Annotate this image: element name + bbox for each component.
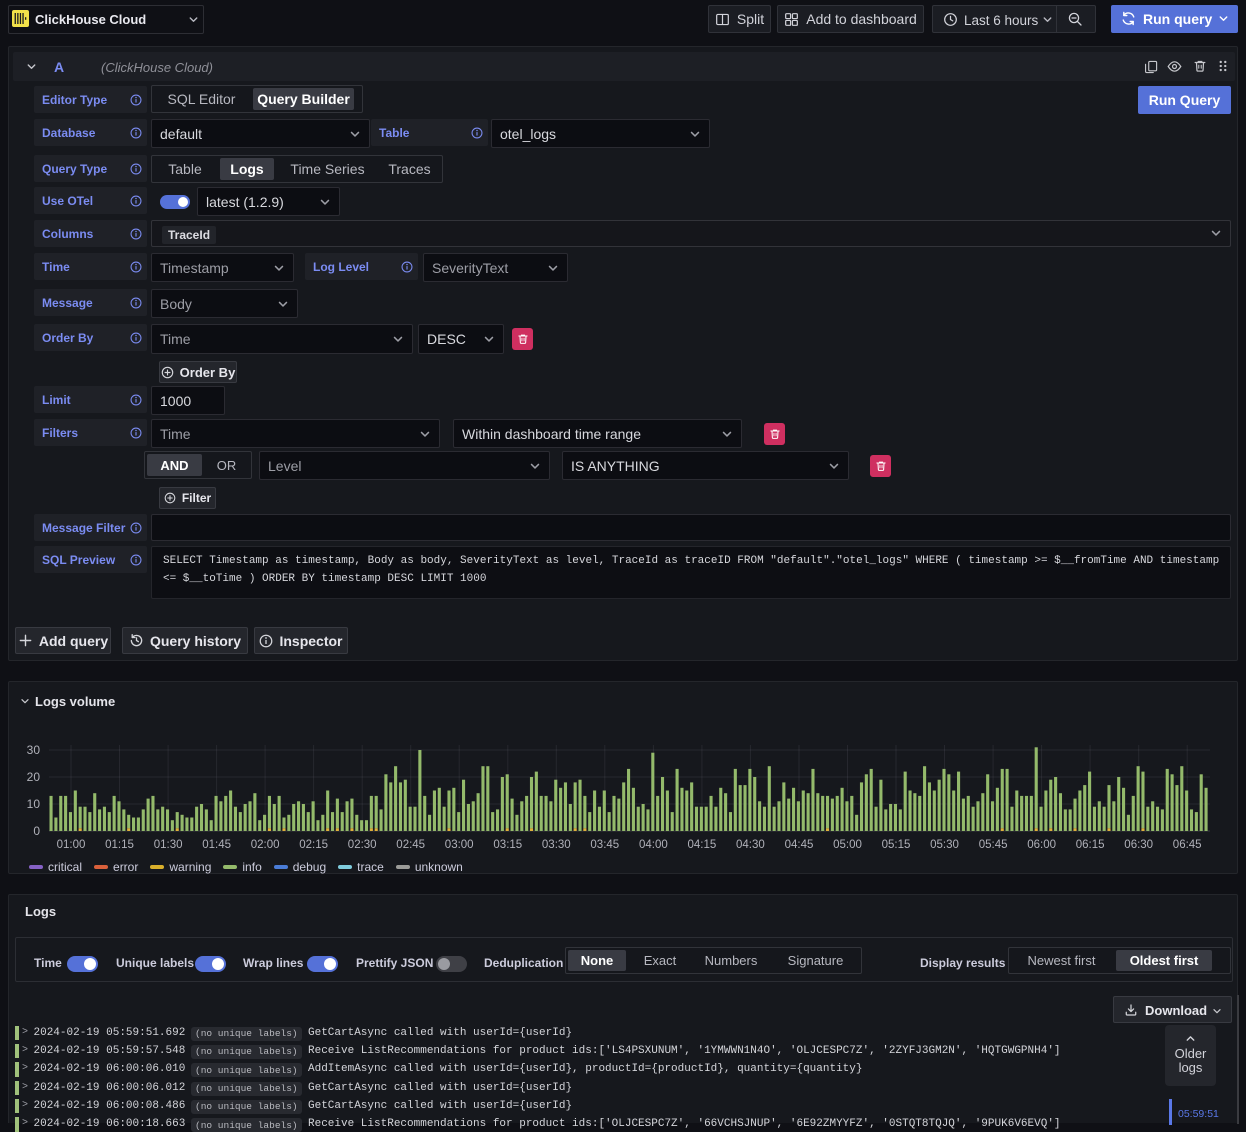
svg-text:30: 30 bbox=[27, 743, 41, 757]
svg-text:01:00: 01:00 bbox=[57, 839, 86, 851]
svg-text:02:30: 02:30 bbox=[348, 839, 377, 851]
svg-text:04:00: 04:00 bbox=[639, 839, 668, 851]
svg-text:06:30: 06:30 bbox=[1124, 839, 1153, 851]
svg-text:05:45: 05:45 bbox=[979, 839, 1008, 851]
svg-text:06:00: 06:00 bbox=[1027, 839, 1056, 851]
svg-text:01:15: 01:15 bbox=[105, 839, 134, 851]
svg-text:10: 10 bbox=[27, 797, 41, 811]
svg-text:02:00: 02:00 bbox=[251, 839, 280, 851]
svg-text:05:00: 05:00 bbox=[833, 839, 862, 851]
svg-text:03:30: 03:30 bbox=[542, 839, 571, 851]
svg-text:04:15: 04:15 bbox=[688, 839, 717, 851]
svg-text:02:15: 02:15 bbox=[299, 839, 328, 851]
svg-text:03:45: 03:45 bbox=[590, 839, 619, 851]
svg-text:03:15: 03:15 bbox=[493, 839, 522, 851]
svg-text:20: 20 bbox=[27, 770, 41, 784]
svg-text:02:45: 02:45 bbox=[396, 839, 425, 851]
svg-text:05:30: 05:30 bbox=[930, 839, 959, 851]
svg-text:01:45: 01:45 bbox=[202, 839, 231, 851]
svg-text:06:15: 06:15 bbox=[1076, 839, 1105, 851]
svg-text:06:45: 06:45 bbox=[1173, 839, 1202, 851]
svg-text:05:15: 05:15 bbox=[882, 839, 911, 851]
svg-text:03:00: 03:00 bbox=[445, 839, 474, 851]
svg-text:04:45: 04:45 bbox=[785, 839, 814, 851]
svg-text:04:30: 04:30 bbox=[736, 839, 765, 851]
svg-text:0: 0 bbox=[33, 824, 40, 838]
svg-text:01:30: 01:30 bbox=[154, 839, 183, 851]
